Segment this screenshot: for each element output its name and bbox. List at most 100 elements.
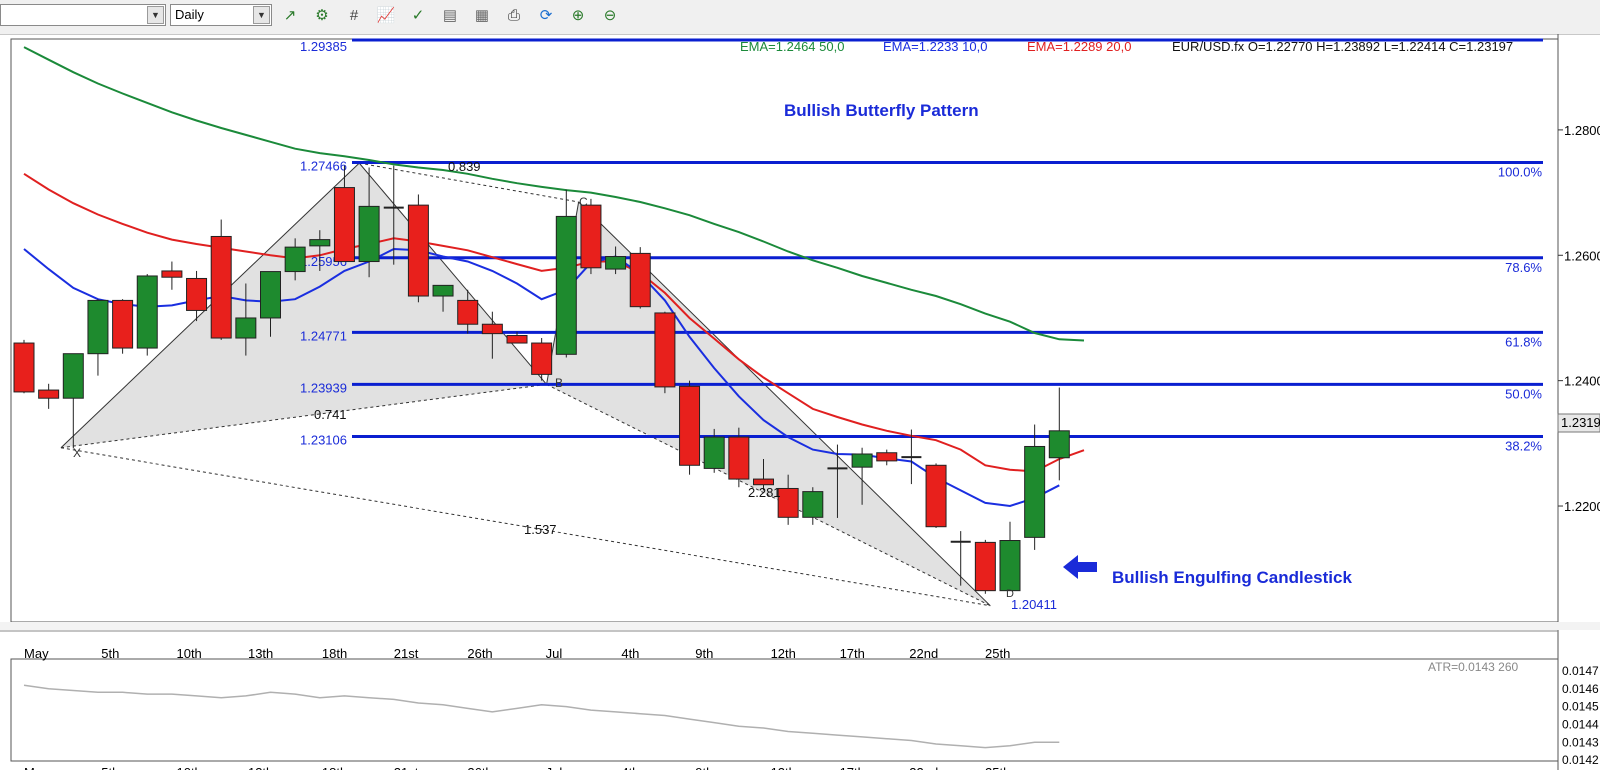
fib-price-label: 1.27466	[300, 158, 347, 173]
x-tick-label-bottom: 25th	[985, 765, 1010, 770]
candle-body	[161, 270, 183, 278]
candle-body	[605, 256, 627, 270]
x-tick-label: 13th	[248, 646, 273, 661]
candle-body	[777, 487, 799, 518]
line-chart-icon[interactable]: 📈	[376, 6, 396, 26]
fib-percent-label: 50.0%	[1505, 386, 1542, 401]
candle-body	[580, 204, 602, 269]
x-tick-label: 25th	[985, 646, 1010, 661]
candle-note: Bullish Engulfing Candlestick	[1112, 568, 1352, 587]
candle-body	[457, 299, 479, 325]
candle[interactable]	[679, 380, 701, 475]
atr-tick-label: 0.0144	[1562, 717, 1599, 731]
print-icon[interactable]: ⎙	[504, 6, 524, 26]
candle-body	[974, 541, 996, 592]
x-tick-label: 4th	[621, 646, 639, 661]
candle-body	[333, 187, 355, 263]
x-tick-label: 5th	[101, 646, 119, 661]
price-chart[interactable]: 1.27466 100.0%1.25956 78.6%1.24771 61.8%1.2…	[0, 34, 1600, 770]
candle[interactable]	[531, 338, 553, 381]
candle[interactable]	[974, 539, 996, 594]
top-price-label: 1.29385	[300, 39, 347, 54]
candle-body	[555, 215, 577, 355]
x-tick-label-bottom: 10th	[176, 765, 201, 770]
candle-body	[1024, 445, 1046, 538]
candle-body	[186, 277, 208, 311]
low-price-label: 1.20411	[1011, 597, 1057, 612]
ratio-xd: 1.537	[524, 522, 557, 537]
ema10-label: EMA=1.2233 10,0	[883, 39, 987, 54]
panel-divider	[0, 622, 1600, 630]
candle[interactable]	[629, 247, 651, 309]
candle-body	[210, 235, 232, 339]
x-tick-label-bottom: 18th	[322, 765, 347, 770]
candle-body	[629, 252, 651, 308]
candle[interactable]	[580, 198, 602, 275]
atr-tick-label: 0.0143	[1562, 735, 1599, 749]
chevron-down-icon[interactable]: ▼	[253, 6, 270, 24]
x-tick-label: 17th	[840, 646, 865, 661]
x-tick-label: 21st	[394, 646, 419, 661]
candle-body	[679, 385, 701, 466]
candle-body	[753, 478, 774, 486]
ratio-bd: 2.281	[748, 485, 781, 500]
x-tick-label: 18th	[322, 646, 347, 661]
point-d-label: D	[1006, 588, 1014, 600]
template-icon[interactable]: ▦	[472, 6, 492, 26]
check-chart-icon[interactable]: ✓	[408, 6, 428, 26]
candle-body	[235, 317, 257, 339]
refresh-icon[interactable]: ⟳	[536, 6, 556, 26]
y-tick-label: 1.2400	[1564, 374, 1600, 389]
candle-body	[851, 453, 873, 468]
x-tick-label-bottom: 13th	[248, 765, 273, 770]
candle[interactable]	[13, 339, 35, 394]
candle[interactable]	[407, 194, 429, 303]
candle-body	[802, 491, 824, 518]
point-c-label: C	[579, 195, 588, 209]
candle-body	[703, 436, 725, 469]
fib-price-label: 1.24771	[300, 328, 347, 343]
ohlc-label: EUR/USD.fx O=1.22770 H=1.23892 L=1.22414…	[1172, 39, 1513, 54]
candle[interactable]	[925, 463, 947, 528]
candle-body	[112, 299, 134, 349]
fib-percent-label: 100.0%	[1498, 164, 1543, 179]
candle-body	[407, 204, 429, 297]
zoom-in-icon[interactable]: ⊕	[568, 6, 588, 26]
x-tick-label: Jul	[546, 646, 563, 661]
chart-settings-icon[interactable]: ⚙	[312, 6, 332, 26]
candle[interactable]	[654, 311, 676, 394]
y-tick-label: 1.2600	[1564, 248, 1600, 263]
candle-body	[432, 284, 454, 297]
candle-body	[13, 342, 35, 393]
candle[interactable]	[136, 274, 158, 356]
indicator-icon[interactable]: ▤	[440, 6, 460, 26]
x-tick-label-bottom: May	[24, 765, 49, 770]
zoom-out-icon[interactable]: ⊖	[600, 6, 620, 26]
ratio-ac: 0.839	[448, 159, 481, 174]
candle-body	[999, 540, 1021, 592]
chevron-down-icon[interactable]: ▼	[147, 6, 164, 24]
x-tick-label: 26th	[467, 646, 492, 661]
x-tick-label: 22nd	[909, 646, 938, 661]
x-tick-label-bottom: Jul	[546, 765, 563, 770]
timeframe-select[interactable]: Daily ▼	[170, 4, 272, 26]
point-x-label: X	[73, 446, 81, 460]
ema50-label: EMA=1.2464 50,0	[740, 39, 844, 54]
crosshair-icon[interactable]: #	[344, 6, 364, 26]
fib-percent-label: 38.2%	[1505, 438, 1542, 453]
symbol-select[interactable]: ▼	[0, 4, 166, 26]
x-tick-label-bottom: 4th	[621, 765, 639, 770]
chart-add-icon[interactable]: ↗	[280, 6, 300, 26]
atr-tick-label: 0.0147	[1562, 664, 1599, 678]
atr-panel	[10, 658, 1559, 762]
x-tick-label-bottom: 17th	[840, 765, 865, 770]
candle-body	[654, 312, 676, 388]
x-tick-label: 10th	[176, 646, 201, 661]
candle[interactable]	[728, 427, 750, 488]
candle-body	[87, 299, 109, 355]
current-price-label: 1.2319	[1561, 415, 1600, 430]
x-tick-label-bottom: 12th	[771, 765, 796, 770]
candle[interactable]	[210, 219, 232, 340]
fib-price-label: 1.23106	[300, 432, 347, 447]
candle[interactable]	[112, 299, 134, 354]
